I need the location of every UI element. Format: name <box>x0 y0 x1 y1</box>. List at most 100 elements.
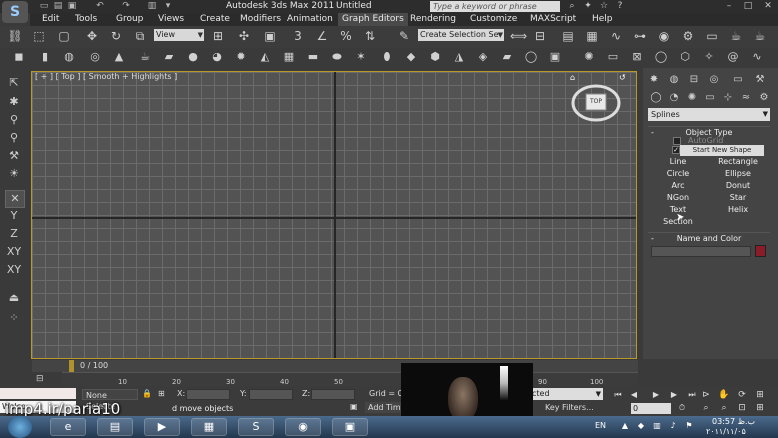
zoom-extents-all-icon[interactable]: ⊞ <box>754 403 766 414</box>
arc-button[interactable]: Arc <box>650 180 706 191</box>
select-region-icon[interactable]: ⬚ <box>31 28 47 44</box>
select-rotate-icon[interactable]: ↻ <box>108 28 124 44</box>
undo-icon[interactable]: ↶ <box>94 1 106 12</box>
render-production-icon[interactable]: ☕ <box>728 28 744 44</box>
snaps-toggle-icon[interactable]: 3 <box>290 28 306 44</box>
volume-icon[interactable]: ♪ <box>668 421 678 431</box>
add-time-tag-button[interactable]: Add Tim <box>365 402 401 413</box>
render-iterative-icon[interactable]: ☕ <box>752 28 768 44</box>
cone-icon[interactable]: ▲ <box>112 50 126 64</box>
new-file-icon[interactable]: ▭ <box>38 1 50 12</box>
menu-group[interactable]: Group <box>116 13 143 26</box>
rotate-view-icon[interactable]: ↺ <box>619 74 629 82</box>
geosphere-icon[interactable]: ◕ <box>210 50 224 64</box>
paint-select-icon[interactable]: ✱ <box>5 94 23 110</box>
box2-icon[interactable]: ▣ <box>548 50 562 64</box>
key-filters-button[interactable]: Key Filters... <box>545 402 595 413</box>
pyramid-icon[interactable]: ◭ <box>258 50 272 64</box>
ngon-button[interactable]: NGon <box>650 192 706 203</box>
media-player-icon[interactable]: ▶ <box>144 418 180 436</box>
menu-views[interactable]: Views <box>158 13 184 26</box>
sphere-icon[interactable]: ● <box>186 50 200 64</box>
hierarchy-tab-icon[interactable]: ⊟ <box>685 73 703 87</box>
render-setup-icon[interactable]: ⚙ <box>680 28 696 44</box>
shapes-icon[interactable]: ◔ <box>666 92 682 104</box>
lock-selection-icon[interactable]: 🔒 <box>142 389 152 400</box>
rectangle-button[interactable]: Rectangle <box>710 156 766 167</box>
reference-coordinate-dropdown[interactable]: View ▼ <box>154 29 204 41</box>
shape-hex-icon[interactable]: ⬡ <box>678 50 692 64</box>
menu-help[interactable]: Help <box>592 13 613 26</box>
motion-tab-icon[interactable]: ◎ <box>705 73 723 87</box>
box-icon[interactable]: ◼ <box>12 50 26 64</box>
object-name-input[interactable] <box>651 246 751 257</box>
floor-icon[interactable]: ⏏ <box>5 290 23 306</box>
shape-line-icon[interactable]: ∿ <box>750 50 764 64</box>
save-icon[interactable]: ▣ <box>66 1 78 12</box>
explorer-icon[interactable]: ▤ <box>97 418 133 436</box>
align-icon[interactable]: ⊟ <box>532 28 548 44</box>
absolute-mode-icon[interactable]: ⊞ <box>158 389 168 400</box>
menu-rendering[interactable]: Rendering <box>410 13 456 26</box>
current-frame-input[interactable]: 0 <box>631 403 671 414</box>
angle-snap-icon[interactable]: ∠ <box>314 28 330 44</box>
viewport-label[interactable]: [ + ] [ Top ] [ Smooth + Highlights ] <box>35 72 177 81</box>
tube-icon[interactable]: ◍ <box>62 50 76 64</box>
mirror-icon[interactable]: ⟺ <box>510 28 527 44</box>
prism-icon[interactable]: ◮ <box>452 50 466 64</box>
capsule2-icon[interactable]: ▰ <box>500 50 514 64</box>
language-indicator[interactable]: EN <box>595 421 606 430</box>
menu-customize[interactable]: Customize <box>470 13 517 26</box>
oil-tank-icon[interactable]: ⬬ <box>330 50 344 64</box>
create-tab-icon[interactable]: ✸ <box>645 73 663 87</box>
display-tab-icon[interactable]: ▭ <box>729 73 747 87</box>
plane-icon[interactable]: ▰ <box>162 50 176 64</box>
zoom-all-icon[interactable]: ⌕ <box>718 403 730 414</box>
start-new-shape-checkbox[interactable]: ✓ <box>672 146 680 154</box>
spinner-snap-icon[interactable]: ⇅ <box>362 28 378 44</box>
ringwave-icon[interactable]: ◯ <box>524 50 538 64</box>
clock-date[interactable]: ۲۰۱۱/۱۱/۰۵ <box>706 427 746 436</box>
app-logo-icon[interactable]: S <box>2 1 28 23</box>
select-move-icon[interactable]: ✥ <box>84 28 100 44</box>
x-coordinate-input[interactable] <box>186 389 230 400</box>
star-button[interactable]: Star <box>710 192 766 203</box>
next-frame-icon[interactable]: ▶ <box>668 390 680 400</box>
helix-button[interactable]: Helix <box>710 204 766 215</box>
axis-y-icon[interactable]: Y <box>5 208 23 224</box>
adaptive-degradation-icon[interactable]: ▣ <box>350 402 362 413</box>
webcam-app-icon[interactable]: ◉ <box>285 418 321 436</box>
orbit-icon[interactable]: ⟳ <box>736 390 748 401</box>
schematic-view-icon[interactable]: ⊶ <box>632 28 648 44</box>
go-to-end-icon[interactable]: ⏭ <box>686 390 698 400</box>
shape-circle-icon[interactable]: ◯ <box>654 50 668 64</box>
network-icon[interactable]: ▥ <box>652 421 662 431</box>
clock-time[interactable]: 03:57 ب.ظ <box>712 417 755 426</box>
autogrid-checkbox[interactable] <box>673 137 681 145</box>
select-scale-icon[interactable]: ⧉ <box>132 28 148 44</box>
spindle-icon[interactable]: ◆ <box>404 50 418 64</box>
home-icon[interactable]: ⌂ <box>570 74 578 82</box>
search-icon[interactable]: ⌕ <box>566 1 578 12</box>
axis-z-icon[interactable]: Z <box>5 226 23 242</box>
task-app-icon[interactable]: ▦ <box>191 418 227 436</box>
chamfer-box-icon[interactable]: ▬ <box>306 50 320 64</box>
donut-button[interactable]: Donut <box>710 180 766 191</box>
link-tool-icon[interactable]: ⚲ <box>5 112 23 128</box>
tray-app-icon[interactable]: ◆ <box>636 421 646 431</box>
maximize-icon[interactable]: □ <box>742 1 754 12</box>
start-new-shape-button[interactable]: Start New Shape <box>680 145 764 156</box>
capsule-icon[interactable]: ⬮ <box>380 50 394 64</box>
field-of-view-icon[interactable]: ⊳ <box>700 390 712 401</box>
menu-modifiers[interactable]: Modifiers <box>240 13 281 26</box>
help-icon[interactable]: ? <box>614 1 626 12</box>
maxscript-listener-mini[interactable] <box>0 388 76 399</box>
favorites-icon[interactable]: ☆ <box>598 1 610 12</box>
name-and-color-rollout[interactable]: - Name and Color <box>648 232 770 245</box>
gengon-icon[interactable]: ⬢ <box>428 50 442 64</box>
gear-icon[interactable]: ✹ <box>234 50 248 64</box>
keyboard-shortcut-icon[interactable]: ▣ <box>262 28 278 44</box>
axis-constraint-none-icon[interactable]: ✕ <box>5 190 25 208</box>
zoom-icon[interactable]: ⌕ <box>700 403 712 414</box>
circle-button[interactable]: Circle <box>650 168 706 179</box>
